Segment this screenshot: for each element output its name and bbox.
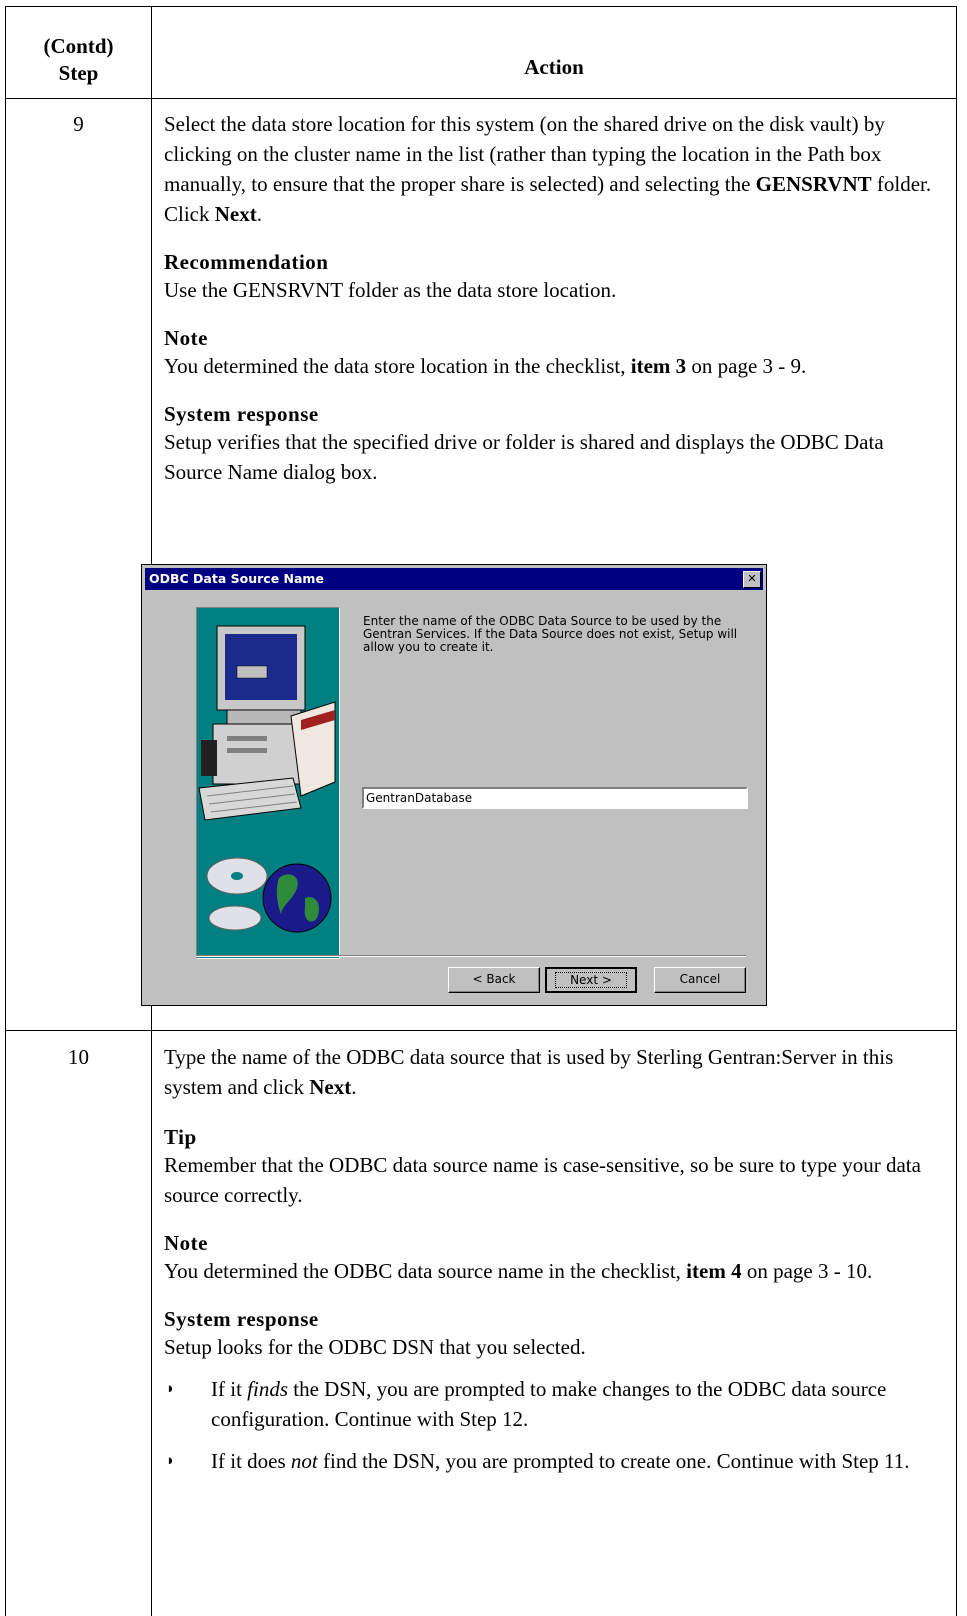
action-column-header: Action: [524, 55, 584, 79]
computer-globe-icon: [198, 625, 336, 933]
system-response-heading: System response: [164, 1307, 319, 1331]
step-10-instruction: Type the name of the ODBC data source th…: [164, 1045, 894, 1099]
bullet-icon: ◗: [166, 1453, 176, 1469]
step-9-number: 9: [73, 112, 84, 136]
recommendation-text: Use the GENSRVNT folder as the data stor…: [164, 278, 617, 302]
step-10-number: 10: [68, 1045, 89, 1069]
system-response-heading: System response: [164, 402, 319, 426]
list-item: ◗ If it finds the DSN, you are prompted t…: [164, 1374, 944, 1434]
system-response-text: Setup verifies that the specified drive …: [164, 430, 884, 484]
system-response-text: Setup looks for the ODBC DSN that you se…: [164, 1335, 586, 1359]
cancel-button[interactable]: Cancel: [654, 967, 746, 993]
note-heading: Note: [164, 326, 208, 350]
next-button[interactable]: Next >: [545, 967, 637, 993]
note-text: You determined the data store location i…: [164, 354, 807, 378]
back-button[interactable]: < Back: [448, 967, 540, 993]
row-divider: [6, 1030, 956, 1031]
step-column-header: (Contd) Step: [43, 34, 114, 85]
step-9-action: Select the data store location for this …: [164, 109, 944, 487]
odbc-dialog: ODBC Data Source Name ✕ Enter the name o…: [141, 564, 767, 1006]
step-9-instruction: Select the data store location for this …: [164, 112, 932, 226]
tip-text: Remember that the ODBC data source name …: [164, 1153, 921, 1207]
procedure-table: (Contd) Step Action 9 Select the data st…: [5, 6, 957, 1616]
note-text: You determined the ODBC data source name…: [164, 1259, 873, 1283]
close-icon[interactable]: ✕: [743, 571, 761, 588]
header-divider: [6, 98, 956, 99]
note-heading: Note: [164, 1231, 208, 1255]
bullet-icon: ◗: [166, 1381, 176, 1397]
tip-heading: Tip: [164, 1125, 197, 1149]
step-10-action: Type the name of the ODBC data source th…: [164, 1042, 944, 1476]
dialog-separator: [196, 955, 746, 957]
setup-illustration: [196, 607, 340, 959]
list-item: ◗ If it does not find the DSN, you are pr…: [164, 1446, 944, 1476]
dialog-title: ODBC Data Source Name: [149, 571, 324, 586]
dialog-titlebar: ODBC Data Source Name ✕: [145, 568, 763, 590]
recommendation-heading: Recommendation: [164, 250, 329, 274]
dialog-message: Enter the name of the ODBC Data Source t…: [363, 614, 738, 654]
data-source-name-input[interactable]: GentranDatabase: [362, 787, 748, 809]
